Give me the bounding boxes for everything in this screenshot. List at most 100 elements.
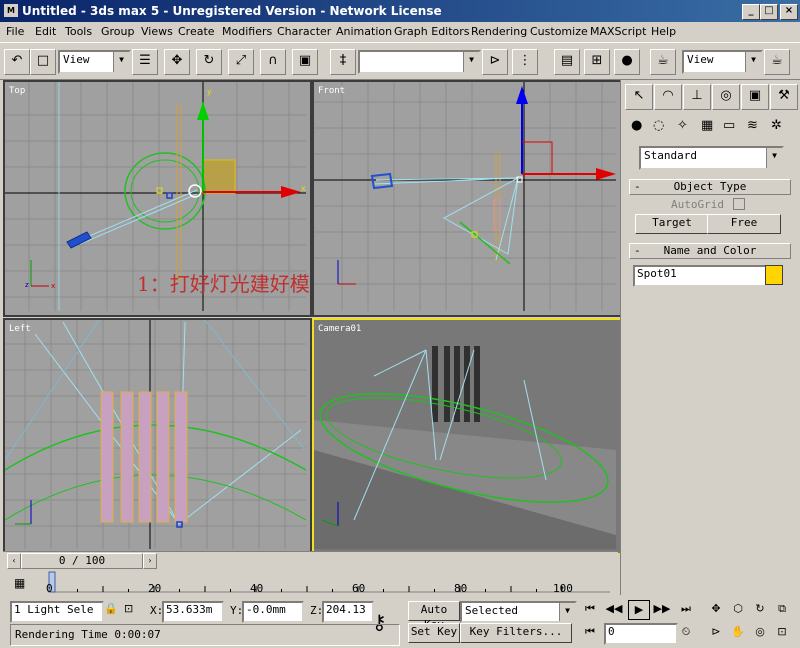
viewport-left-label[interactable]: Left [9,324,31,334]
menu-maxscript[interactable]: MAXScript [590,25,646,38]
autogrid-checkbox[interactable] [733,198,745,210]
y-coordinate-field[interactable]: -0.0mm [242,601,304,623]
zoom-all-icon[interactable]: ⬡ [728,600,748,618]
viewport-top-label[interactable]: Top [9,86,25,96]
render-type-dropdown[interactable]: View ▼ [682,50,763,74]
menu-graph-editors[interactable]: Graph Editors [394,25,470,38]
motion-tab-icon[interactable]: ◎ [712,84,740,110]
reference-coordinate-dropdown[interactable]: View ▼ [58,50,131,74]
systems-icon[interactable]: ✲ [771,118,782,133]
app-icon[interactable]: M [4,4,18,17]
viewport-left[interactable]: Left [3,318,312,555]
helpers-icon[interactable]: ▭ [723,118,735,133]
auto-key-button[interactable]: Auto Key [408,601,460,631]
select-and-scale-icon[interactable]: ⤢ [228,49,254,75]
arc-rotate-icon[interactable]: ◎ [750,623,770,641]
object-name-field[interactable]: Spot01 [633,265,767,287]
named-selection-dropdown[interactable]: ▼ [358,50,481,74]
display-tab-icon[interactable]: ▣ [741,84,769,110]
geometry-icon[interactable]: ● [631,118,642,133]
field-of-view-icon[interactable]: ⊳ [706,623,726,641]
modify-tab-icon[interactable]: ◠ [654,84,682,110]
viewport-front-label[interactable]: Front [318,86,345,96]
close-button[interactable]: × [780,4,798,20]
play-icon[interactable]: ▶ [628,600,650,620]
maximize-button[interactable]: □ [760,4,778,20]
menu-bar: File Edit Tools Group Views Create Modif… [0,22,800,42]
previous-frame-icon[interactable]: ◀◀ [604,600,624,618]
cube-icon[interactable]: ▣ [292,49,318,75]
name-and-color-rollout-header[interactable]: - Name and Color [629,243,791,259]
time-configuration-icon[interactable]: ⏲ [676,623,696,641]
target-button[interactable]: Target [635,214,709,234]
create-tab-icon[interactable]: ↖ [625,84,653,110]
viewport-front[interactable]: Front [312,80,622,317]
align-icon[interactable]: ⋮ [512,49,538,75]
magnet-snap-icon[interactable]: ∩ [260,49,286,75]
key-mode-toggle-icon[interactable]: ⏮ [580,623,600,641]
menu-tools[interactable]: Tools [65,25,92,38]
track-bar-icon[interactable]: ▦ [14,576,25,590]
menu-edit[interactable]: Edit [35,25,56,38]
viewport-camera-label[interactable]: Camera01 [318,324,361,334]
menu-views[interactable]: Views [141,25,173,38]
menu-modifiers[interactable]: Modifiers [222,25,272,38]
menu-character[interactable]: Character [277,25,331,38]
orbit-icon[interactable]: ↻ [750,600,770,618]
key-filters-button[interactable]: Key Filters... [460,623,572,643]
object-color-swatch[interactable] [765,265,783,285]
time-slider-next-icon[interactable]: › [143,553,157,569]
select-and-rotate-icon[interactable]: ↻ [196,49,222,75]
menu-file[interactable]: File [6,25,24,38]
z-coordinate-field[interactable]: 204.13 [322,601,374,623]
grid [314,82,616,311]
hierarchy-tab-icon[interactable]: ⊥ [683,84,711,110]
menu-help[interactable]: Help [651,25,676,38]
cameras-icon[interactable]: ▦ [701,118,713,133]
select-object-icon[interactable]: □ [30,49,56,75]
menu-animation[interactable]: Animation [336,25,392,38]
go-to-start-icon[interactable]: ⏮ [580,600,600,618]
mirror-abc-icon[interactable]: ‡ [330,49,356,75]
mirror-icon[interactable]: ⊳ [482,49,508,75]
track-bar[interactable] [44,570,616,596]
viewport-camera[interactable]: Camera01 [312,318,622,555]
next-frame-icon[interactable]: ▶▶ [652,600,672,618]
lock-selection-icon[interactable]: 🔒 [104,602,118,615]
pan-icon[interactable]: ✋ [728,623,748,641]
time-slider-prev-icon[interactable]: ‹ [7,553,21,569]
menu-group[interactable]: Group [101,25,135,38]
minimize-button[interactable]: _ [742,4,760,20]
menu-customize[interactable]: Customize [530,25,588,38]
select-and-move-icon[interactable]: ✥ [164,49,190,75]
material-editor-icon[interactable]: ● [614,49,640,75]
undo-icon[interactable]: ↶ [4,49,30,75]
utilities-tab-icon[interactable]: ⚒ [770,84,798,110]
schematic-view-icon[interactable]: ⊞ [584,49,610,75]
go-to-end-icon[interactable]: ⏭ [676,600,696,618]
render-scene-icon[interactable]: ☕ [650,49,676,75]
menu-create[interactable]: Create [178,25,215,38]
set-key-button[interactable]: Set Key [408,623,460,643]
name-and-color-title: Name and Color [663,244,757,257]
zoom-icon[interactable]: ✥ [706,600,726,618]
frame-counter[interactable]: 0 / 100 [21,553,143,569]
select-by-name-icon[interactable]: ☰ [132,49,158,75]
maximize-viewport-icon[interactable]: ⊡ [772,623,792,641]
track-view-icon[interactable]: ▤ [554,49,580,75]
lights-icon[interactable]: ✧ [677,118,688,133]
free-button[interactable]: Free [707,214,781,234]
shapes-icon[interactable]: ◌ [653,118,664,133]
space-warps-icon[interactable]: ≋ [747,118,758,133]
menu-rendering[interactable]: Rendering [471,25,527,38]
key-mode-dropdown[interactable]: Selected ▼ [460,601,577,623]
quick-render-icon[interactable]: ☕ [764,49,790,75]
x-coordinate-field[interactable]: 53.633m [162,601,224,623]
current-frame-field[interactable]: 0 [604,623,678,645]
object-type-rollout-header[interactable]: - Object Type [629,179,791,195]
zoom-extents-icon[interactable]: ⧉ [772,600,792,618]
absolute-mode-icon[interactable]: ⊡ [124,602,133,615]
viewport-top[interactable]: y x z x Top 1：打好灯光建好模型 [3,80,312,317]
object-category-dropdown[interactable]: Standard ▼ [639,146,784,170]
time-slider[interactable]: ‹ 0 / 100 › [3,551,618,569]
